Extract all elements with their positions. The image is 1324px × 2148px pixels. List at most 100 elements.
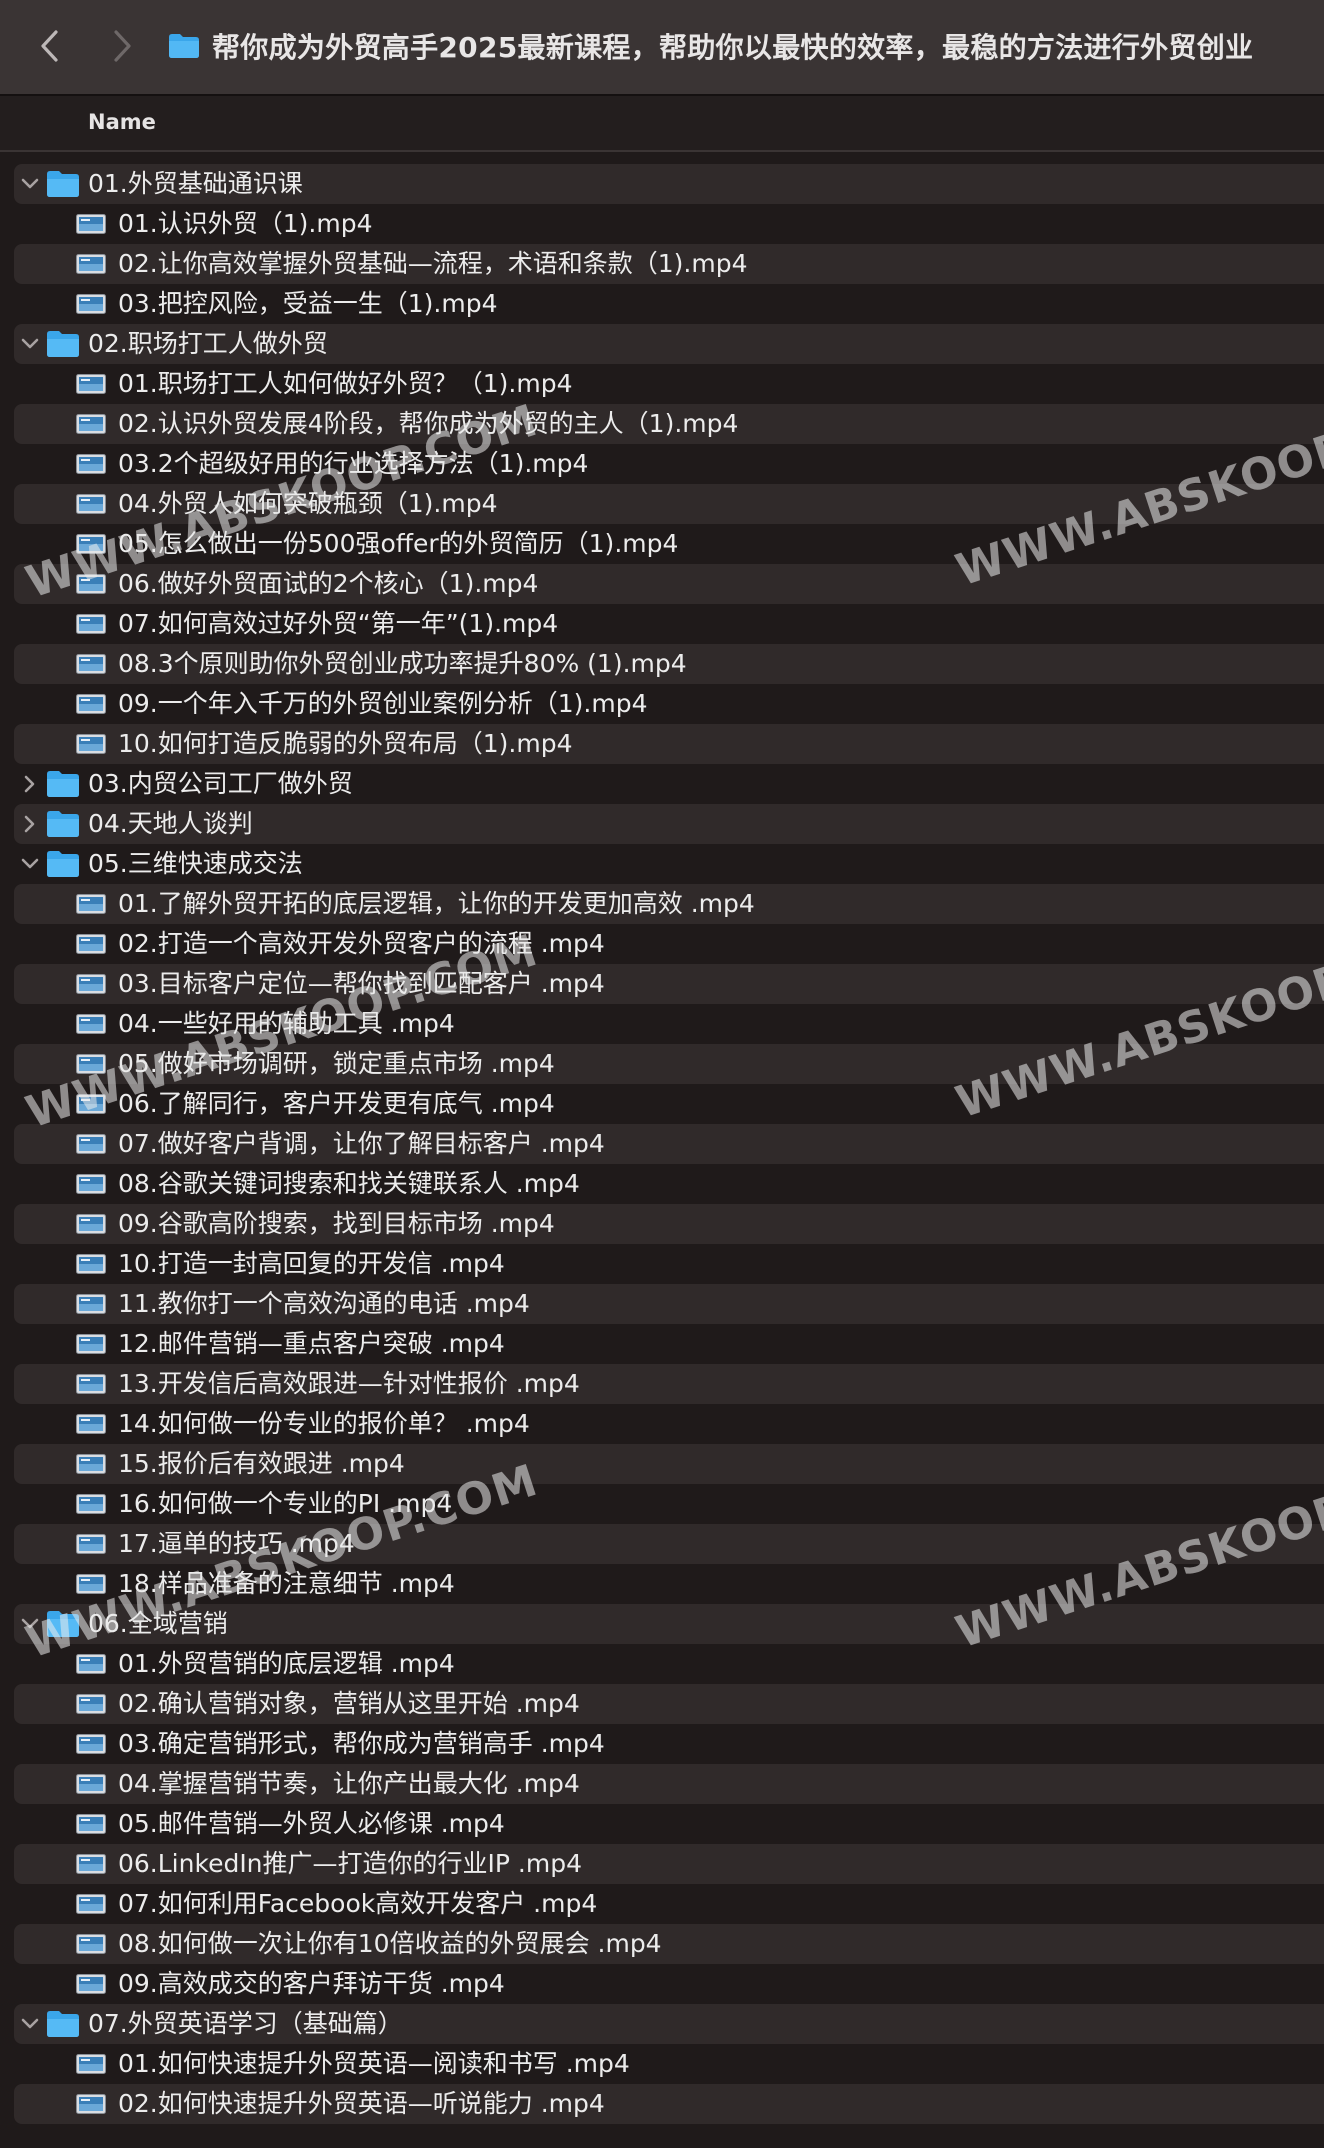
file-row[interactable]: 17.逼单的技巧 .mp4	[0, 1524, 1324, 1564]
file-name: 06.了解同行，客户开发更有底气 .mp4	[118, 1089, 555, 1118]
file-row[interactable]: 10.打造一封高回复的开发信 .mp4	[0, 1244, 1324, 1284]
video-file-icon	[76, 374, 106, 394]
file-row[interactable]: 06.做好外贸面试的2个核心（1).mp4	[0, 564, 1324, 604]
file-row[interactable]: 04.掌握营销节奏，让你产出最大化 .mp4	[0, 1764, 1324, 1804]
file-row[interactable]: 01.认识外贸（1).mp4	[0, 204, 1324, 244]
file-row[interactable]: 07.如何利用Facebook高效开发客户 .mp4	[0, 1884, 1324, 1924]
file-row[interactable]: 01.职场打工人如何做好外贸？（1).mp4	[0, 364, 1324, 404]
file-row[interactable]: 18.样品准备的注意细节 .mp4	[0, 1564, 1324, 1604]
file-name: 04.掌握营销节奏，让你产出最大化 .mp4	[118, 1769, 580, 1798]
file-row[interactable]: 02.让你高效掌握外贸基础—流程，术语和条款（1).mp4	[0, 244, 1324, 284]
disclosure-chevron-down-icon[interactable]	[18, 1612, 42, 1636]
folder-row[interactable]: 06.全域营销	[0, 1604, 1324, 1644]
file-name: 15.报价后有效跟进 .mp4	[118, 1449, 405, 1478]
file-row[interactable]: 09.谷歌高阶搜索，找到目标市场 .mp4	[0, 1204, 1324, 1244]
window-toolbar: 帮你成为外贸高手2025最新课程，帮助你以最快的效率，最稳的方法进行外贸创业	[0, 0, 1324, 96]
file-name: 08.谷歌关键词搜索和找关键联系人 .mp4	[118, 1169, 580, 1198]
file-row[interactable]: 04.一些好用的辅助工具 .mp4	[0, 1004, 1324, 1044]
file-row[interactable]: 08.谷歌关键词搜索和找关键联系人 .mp4	[0, 1164, 1324, 1204]
file-name: 03.2个超级好用的行业选择方法（1).mp4	[118, 449, 589, 478]
file-row[interactable]: 02.如何快速提升外贸英语—听说能力 .mp4	[0, 2084, 1324, 2124]
folder-icon	[47, 171, 79, 197]
file-row[interactable]: 08.如何做一次让你有10倍收益的外贸展会 .mp4	[0, 1924, 1324, 1964]
file-row[interactable]: 12.邮件营销—重点客户突破 .mp4	[0, 1324, 1324, 1364]
disclosure-chevron-down-icon[interactable]	[18, 2012, 42, 2036]
file-row[interactable]: 05.怎么做出一份500强offer的外贸简历（1).mp4	[0, 524, 1324, 564]
file-row[interactable]: 04.外贸人如何突破瓶颈（1).mp4	[0, 484, 1324, 524]
file-row[interactable]: 02.确认营销对象，营销从这里开始 .mp4	[0, 1684, 1324, 1724]
file-name: 11.教你打一个高效沟通的电话 .mp4	[118, 1289, 530, 1318]
file-row[interactable]: 02.打造一个高效开发外贸客户的流程 .mp4	[0, 924, 1324, 964]
file-name: 06.做好外贸面试的2个核心（1).mp4	[118, 569, 539, 598]
file-name: 18.样品准备的注意细节 .mp4	[118, 1569, 455, 1598]
folder-name: 04.天地人谈判	[88, 809, 253, 838]
folder-row[interactable]: 01.外贸基础通识课	[0, 164, 1324, 204]
disclosure-chevron-right-icon[interactable]	[18, 812, 42, 836]
folder-row[interactable]: 04.天地人谈判	[0, 804, 1324, 844]
file-name: 02.确认营销对象，营销从这里开始 .mp4	[118, 1689, 580, 1718]
folder-row[interactable]: 05.三维快速成交法	[0, 844, 1324, 884]
file-name: 03.把控风险，受益一生（1).mp4	[118, 289, 498, 318]
file-row[interactable]: 01.了解外贸开拓的底层逻辑，让你的开发更加高效 .mp4	[0, 884, 1324, 924]
file-name: 03.目标客户定位—帮你找到匹配客户 .mp4	[118, 969, 605, 998]
folder-row[interactable]: 02.职场打工人做外贸	[0, 324, 1324, 364]
file-name: 01.认识外贸（1).mp4	[118, 209, 373, 238]
video-file-icon	[76, 1854, 106, 1874]
folder-row[interactable]: 07.外贸英语学习（基础篇）	[0, 2004, 1324, 2044]
file-name: 10.打造一封高回复的开发信 .mp4	[118, 1249, 505, 1278]
file-row[interactable]: 09.高效成交的客户拜访干货 .mp4	[0, 1964, 1324, 2004]
chevron-down-icon	[21, 338, 39, 349]
file-name: 05.做好市场调研，锁定重点市场 .mp4	[118, 1049, 555, 1078]
disclosure-chevron-down-icon[interactable]	[18, 332, 42, 356]
file-row[interactable]: 07.做好客户背调，让你了解目标客户 .mp4	[0, 1124, 1324, 1164]
file-row[interactable]: 02.认识外贸发展4阶段，帮你成为外贸的主人（1).mp4	[0, 404, 1324, 444]
file-row[interactable]: 03.确定营销形式，帮你成为营销高手 .mp4	[0, 1724, 1324, 1764]
video-file-icon	[76, 574, 106, 594]
file-row[interactable]: 08.3个原则助你外贸创业成功率提升80% (1).mp4	[0, 644, 1324, 684]
folder-name: 02.职场打工人做外贸	[88, 329, 328, 358]
file-row[interactable]: 05.做好市场调研，锁定重点市场 .mp4	[0, 1044, 1324, 1084]
file-name: 03.确定营销形式，帮你成为营销高手 .mp4	[118, 1729, 605, 1758]
window-title-group: 帮你成为外贸高手2025最新课程，帮助你以最快的效率，最稳的方法进行外贸创业	[168, 24, 1253, 68]
file-row[interactable]: 15.报价后有效跟进 .mp4	[0, 1444, 1324, 1484]
file-row[interactable]: 14.如何做一份专业的报价单？ .mp4	[0, 1404, 1324, 1444]
file-name: 12.邮件营销—重点客户突破 .mp4	[118, 1329, 505, 1358]
chevron-left-icon	[41, 30, 58, 62]
file-row[interactable]: 06.LinkedIn推广—打造你的行业IP .mp4	[0, 1844, 1324, 1884]
file-row[interactable]: 13.开发信后高效跟进—针对性报价 .mp4	[0, 1364, 1324, 1404]
file-name: 08.3个原则助你外贸创业成功率提升80% (1).mp4	[118, 649, 687, 678]
file-row[interactable]: 10.如何打造反脆弱的外贸布局（1).mp4	[0, 724, 1324, 764]
video-file-icon	[76, 1494, 106, 1514]
file-row[interactable]: 05.邮件营销—外贸人必修课 .mp4	[0, 1804, 1324, 1844]
file-name: 02.如何快速提升外贸英语—听说能力 .mp4	[118, 2089, 605, 2118]
forward-button[interactable]	[100, 24, 144, 68]
video-file-icon	[76, 974, 106, 994]
file-row[interactable]: 01.如何快速提升外贸英语—阅读和书写 .mp4	[0, 2044, 1324, 2084]
file-row[interactable]: 09.一个年入千万的外贸创业案例分析（1).mp4	[0, 684, 1324, 724]
video-file-icon	[76, 1974, 106, 1994]
file-row[interactable]: 03.把控风险，受益一生（1).mp4	[0, 284, 1324, 324]
folder-icon	[47, 331, 79, 357]
disclosure-chevron-right-icon[interactable]	[18, 772, 42, 796]
video-file-icon	[76, 1894, 106, 1914]
video-file-icon	[76, 1174, 106, 1194]
disclosure-chevron-down-icon[interactable]	[18, 172, 42, 196]
file-row[interactable]: 11.教你打一个高效沟通的电话 .mp4	[0, 1284, 1324, 1324]
column-header-name[interactable]: Name	[88, 110, 156, 134]
disclosure-chevron-down-icon[interactable]	[18, 852, 42, 876]
file-row[interactable]: 06.了解同行，客户开发更有底气 .mp4	[0, 1084, 1324, 1124]
folder-icon	[47, 771, 79, 797]
folder-row[interactable]: 03.内贸公司工厂做外贸	[0, 764, 1324, 804]
chevron-down-icon	[21, 1618, 39, 1629]
video-file-icon	[76, 214, 106, 234]
file-row[interactable]: 16.如何做一个专业的PI .mp4	[0, 1484, 1324, 1524]
video-file-icon	[76, 1294, 106, 1314]
file-row[interactable]: 01.外贸营销的底层逻辑 .mp4	[0, 1644, 1324, 1684]
file-row[interactable]: 07.如何高效过好外贸“第一年”(1).mp4	[0, 604, 1324, 644]
back-button[interactable]	[28, 24, 72, 68]
video-file-icon	[76, 1014, 106, 1034]
chevron-right-icon	[114, 30, 131, 62]
file-row[interactable]: 03.目标客户定位—帮你找到匹配客户 .mp4	[0, 964, 1324, 1004]
video-file-icon	[76, 1654, 106, 1674]
file-row[interactable]: 03.2个超级好用的行业选择方法（1).mp4	[0, 444, 1324, 484]
